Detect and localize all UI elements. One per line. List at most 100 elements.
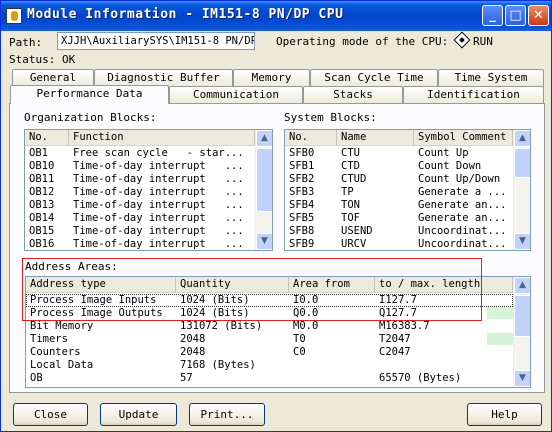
table-row[interactable]: SFB9 URCV Uncoordinat...	[285, 238, 513, 250]
table-cell: Timers	[30, 333, 68, 345]
table-row[interactable]: SFB2 CTUD Count Up/Down	[285, 173, 513, 186]
table-row[interactable]: OB16 Time-of-day interrupt ...	[25, 238, 255, 250]
table-row[interactable]: OB 57 65570 (Bytes)	[26, 372, 513, 385]
tab-performance-data[interactable]: Performance Data	[10, 85, 169, 104]
table-cell: Time-of-day interrupt ...	[73, 173, 244, 185]
sys-scrollbar[interactable]: ▲ ▼	[513, 130, 530, 250]
table-row[interactable]: Timers 2048 T0 T2047	[26, 333, 513, 346]
scroll-up-icon[interactable]: ▲	[514, 277, 530, 294]
table-row[interactable]: OB11 Time-of-day interrupt ...	[25, 173, 255, 186]
row-marker	[487, 307, 513, 319]
table-row[interactable]: SFB1 CTD Count Down	[285, 160, 513, 173]
table-cell: SFB2	[289, 173, 315, 185]
ob-scrollbar[interactable]: ▲ ▼	[255, 130, 272, 250]
print-button[interactable]: Print...	[189, 403, 265, 426]
table-cell: Time-of-day interrupt ...	[73, 160, 244, 172]
scroll-up-icon[interactable]: ▲	[256, 130, 272, 147]
table-row[interactable]: OB13 Time-of-day interrupt ...	[25, 199, 255, 212]
table-row[interactable]: OB1 Free scan cycle - star...	[25, 147, 255, 160]
table-cell: Count Up/Down	[418, 173, 501, 185]
title-bar[interactable]: Module Information - IM151-8 PN/DP CPU _…	[1, 1, 551, 31]
scroll-down-icon[interactable]: ▼	[514, 233, 530, 250]
table-cell: OB	[30, 372, 43, 384]
table-cell: 65570 (Bytes)	[379, 372, 462, 384]
sys-col-no[interactable]: No.	[285, 130, 337, 146]
table-cell: SFB8	[289, 225, 315, 237]
table-cell: SFB3	[289, 186, 315, 198]
module-information-window: Module Information - IM151-8 PN/DP CPU _…	[0, 0, 552, 432]
table-row[interactable]: SFB0 CTU Count Up	[285, 147, 513, 160]
update-button[interactable]: Update	[100, 403, 177, 426]
table-cell: TON	[341, 199, 360, 211]
table-cell: T0	[293, 333, 306, 345]
table-row[interactable]: Counters 2048 C0 C2047	[26, 346, 513, 359]
scroll-down-icon[interactable]: ▼	[256, 233, 272, 250]
table-row[interactable]: OB12 Time-of-day interrupt ...	[25, 186, 255, 199]
table-row[interactable]: SFB3 TP Generate a ...	[285, 186, 513, 199]
sys-list[interactable]: No. Name Symbol Comment SFB0 CTU Count Up S…	[284, 129, 531, 251]
scroll-up-icon[interactable]: ▲	[514, 130, 530, 147]
table-row[interactable]: OB10 Time-of-day interrupt ...	[25, 160, 255, 173]
table-cell: Bit Memory	[30, 320, 94, 332]
table-cell: OB12	[29, 186, 55, 198]
addr-scrollbar[interactable]: ▲ ▼	[513, 277, 530, 387]
table-cell: Free scan cycle - star...	[73, 147, 244, 159]
table-cell: SFB5	[289, 212, 315, 224]
table-row[interactable]: OB15 Time-of-day interrupt ...	[25, 225, 255, 238]
ob-col-function[interactable]: Function	[69, 130, 255, 146]
tab-identification[interactable]: Identification	[403, 86, 544, 104]
module-icon	[6, 8, 22, 24]
path-field[interactable]: XJJH\AuxiliarySYS\IM151-8 PN/DP	[57, 32, 255, 50]
minimize-button[interactable]: _	[482, 5, 503, 26]
table-cell: USEND	[341, 225, 373, 237]
tab-memory[interactable]: Memory	[233, 69, 310, 87]
highlight-box	[22, 258, 482, 321]
table-cell: OB11	[29, 173, 55, 185]
table-row[interactable]: Local Data 7168 (Bytes)	[26, 359, 513, 372]
scroll-thumb[interactable]	[256, 148, 272, 212]
ob-label: Organization Blocks:	[24, 111, 157, 124]
table-cell: Time-of-day interrupt ...	[73, 186, 244, 198]
scroll-thumb[interactable]	[514, 148, 530, 178]
opmode-value: RUN	[473, 35, 493, 48]
sys-label: System Blocks:	[284, 111, 377, 124]
table-cell: OB1	[29, 147, 48, 159]
tab-time-system[interactable]: Time System	[438, 69, 544, 87]
sys-col-name[interactable]: Name	[337, 130, 414, 146]
tab-communication[interactable]: Communication	[169, 86, 303, 104]
table-row[interactable]: SFB8 USEND Uncoordinat...	[285, 225, 513, 238]
table-cell: CTD	[341, 160, 360, 172]
table-cell: OB13	[29, 199, 55, 211]
table-cell: C0	[293, 346, 306, 358]
table-cell: Generate an...	[418, 199, 507, 211]
close-button[interactable]: Close	[13, 403, 88, 426]
table-row[interactable]: OB14 Time-of-day interrupt ...	[25, 212, 255, 225]
table-cell: CTU	[341, 147, 360, 159]
table-cell: 2048	[180, 346, 206, 358]
help-button[interactable]: Help	[467, 403, 542, 426]
close-window-button[interactable]: ✕	[528, 5, 549, 26]
table-cell: Count Up	[418, 147, 469, 159]
tab-scan-cycle-time[interactable]: Scan Cycle Time	[310, 69, 438, 87]
tab-stacks[interactable]: Stacks	[303, 86, 403, 104]
table-cell: OB14	[29, 212, 55, 224]
table-cell: Time-of-day interrupt ...	[73, 212, 244, 224]
table-row[interactable]: Bit Memory 131072 (Bits) M0.0 M16383.7	[26, 320, 513, 333]
sys-col-comment[interactable]: Symbol Comment	[414, 130, 513, 146]
ob-col-no[interactable]: No.	[25, 130, 69, 146]
table-cell: OB10	[29, 160, 55, 172]
table-row[interactable]: SFB4 TON Generate an...	[285, 199, 513, 212]
maximize-button[interactable]: □	[505, 5, 526, 26]
table-cell: TOF	[341, 212, 360, 224]
table-cell: Time-of-day interrupt ...	[73, 238, 244, 250]
table-cell: SFB9	[289, 238, 315, 250]
table-cell: 2048	[180, 333, 206, 345]
table-cell: Time-of-day interrupt ...	[73, 199, 244, 211]
table-cell: OB15	[29, 225, 55, 237]
path-label: Path:	[9, 35, 43, 49]
ob-list[interactable]: No. Function OB1 Free scan cycle - star..…	[24, 129, 273, 251]
table-cell: SFB4	[289, 199, 315, 211]
table-row[interactable]: SFB5 TOF Generate an...	[285, 212, 513, 225]
scroll-thumb[interactable]	[514, 295, 530, 337]
scroll-down-icon[interactable]: ▼	[514, 370, 530, 387]
